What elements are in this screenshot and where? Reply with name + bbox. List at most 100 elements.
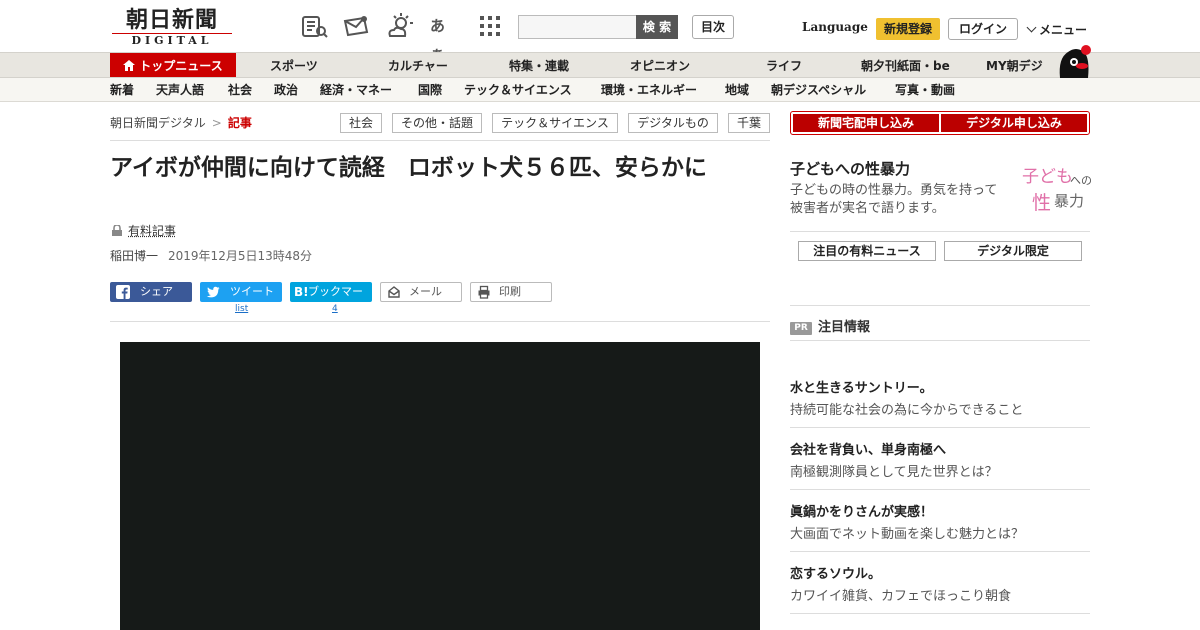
nav2-international[interactable]: 国際 (418, 78, 442, 102)
nav2-special[interactable]: 朝デジスペシャル (771, 78, 866, 102)
mail-share-label: メール (409, 283, 442, 301)
print-button[interactable]: 印刷 (470, 282, 552, 302)
mascot-icon[interactable] (1054, 44, 1092, 78)
menu-label: メニュー (1039, 23, 1087, 37)
nav-paper[interactable]: 朝夕刊紙面・be (861, 53, 950, 77)
breadcrumb-home[interactable]: 朝日新聞デジタル (110, 116, 206, 130)
pr-badge: PR (790, 322, 812, 335)
subscribe-paper-button[interactable]: 新聞宅配申し込み (793, 114, 939, 132)
nav-culture[interactable]: カルチャー (388, 53, 448, 77)
divider (790, 427, 1090, 428)
pr-item-desc: 南極観測隊員として見た世界とは？ (790, 464, 1090, 482)
tweet-count[interactable]: list (235, 304, 248, 314)
pr-item[interactable]: 水と生きるサントリー。 持続可能な社会の為に今からできること (790, 380, 1090, 420)
chevron-down-icon (1027, 23, 1037, 33)
facebook-icon (116, 285, 130, 299)
language-link[interactable]: Language (802, 20, 868, 34)
feature-logo-text-a: 子ども (1022, 162, 1073, 187)
nav2-environment[interactable]: 環境・エネルギー (601, 78, 697, 102)
search-input[interactable] (518, 15, 638, 39)
feature-logo-text-b: への (1070, 172, 1092, 188)
tag-misc[interactable]: その他・話題 (392, 113, 482, 133)
nav2-region[interactable]: 地域 (725, 78, 749, 102)
tag-digital[interactable]: デジタルもの (628, 113, 718, 133)
newspaper-icon[interactable] (300, 12, 328, 40)
feature-logo[interactable]: 子ども への 性 暴力 (1012, 160, 1092, 216)
pr-item[interactable]: 会社を背負い、単身南極へ 南極観測隊員として見た世界とは？ (790, 442, 1090, 482)
nav2-tenseijingo[interactable]: 天声人語 (156, 78, 204, 102)
nav-opinion[interactable]: オピニオン (630, 53, 690, 77)
tag-tech[interactable]: テック＆サイエンス (492, 113, 618, 133)
nav2-tech[interactable]: テック＆サイエンス (464, 78, 572, 102)
nav-features[interactable]: 特集・連載 (509, 53, 569, 77)
facebook-share-label: シェア (140, 282, 173, 302)
font-size-icon[interactable]: あぁ (430, 12, 458, 40)
tag-chiba[interactable]: 千葉 (728, 113, 770, 133)
article-title: アイボが仲間に向けて読経 ロボット犬５６匹、安らかに (110, 152, 760, 185)
search-button[interactable]: 検 索 (636, 15, 678, 39)
pr-heading-text: 注目情報 (818, 320, 870, 335)
nav-life[interactable]: ライフ (766, 53, 802, 77)
signup-button[interactable]: 新規登録 (876, 18, 940, 40)
divider (790, 489, 1090, 490)
primary-nav: トップニュース スポーツ カルチャー 特集・連載 オピニオン ライフ 朝夕刊紙面… (0, 52, 1200, 78)
nav2-economy[interactable]: 経済・マネー (320, 78, 392, 102)
twitter-tweet-button[interactable]: ツイート (200, 282, 282, 302)
secondary-nav: 新着 天声人語 社会 政治 経済・マネー 国際 テック＆サイエンス 環境・エネル… (0, 78, 1200, 102)
breadcrumb: 朝日新聞デジタル > 記事 (110, 114, 252, 131)
site-logo[interactable]: 朝日新聞 DIGITAL (112, 8, 232, 48)
divider (790, 340, 1090, 341)
pr-item-desc: 持続可能な社会の為に今からできること (790, 402, 1090, 420)
divider (790, 613, 1090, 614)
divider (110, 321, 770, 322)
nav2-latest[interactable]: 新着 (110, 78, 134, 102)
paid-news-button[interactable]: 注目の有料ニュース (798, 241, 936, 261)
nav-top-news[interactable]: トップニュース (110, 53, 236, 77)
nav2-society[interactable]: 社会 (228, 78, 252, 102)
pr-heading: PR 注目情報 (790, 316, 870, 336)
nav2-photo-video[interactable]: 写真・動画 (895, 78, 955, 102)
hatena-bookmark-button[interactable]: B! ブックマーク (290, 282, 372, 302)
apps-grid-icon[interactable] (476, 12, 504, 40)
nav-my-asadigi[interactable]: MY朝デジ (986, 53, 1043, 77)
article-photo[interactable] (120, 342, 760, 630)
tag-society[interactable]: 社会 (340, 113, 382, 133)
feature-description: 子どもの時の性暴力。勇気を持って被害者が実名で語ります。 (790, 182, 1005, 218)
digital-only-button[interactable]: デジタル限定 (944, 241, 1082, 261)
weather-icon[interactable] (386, 12, 414, 40)
twitter-bird-icon (206, 285, 220, 299)
print-label: 印刷 (499, 283, 521, 301)
twitter-tweet-label: ツイート (230, 282, 274, 302)
breadcrumb-separator: > (212, 116, 222, 130)
pr-item-desc: 大画面でネット動画を楽しむ魅力とは？ (790, 526, 1090, 544)
menu-button[interactable]: メニュー (1028, 21, 1087, 38)
subscribe-buttons: 新聞宅配申し込み デジタル申し込み (790, 111, 1090, 135)
pr-item-title: 眞鍋かをりさんが実感！ (790, 504, 1090, 522)
divider (790, 305, 1090, 306)
message-icon[interactable] (342, 12, 370, 40)
hatena-bookmark-icon: B! (294, 282, 309, 302)
pr-item[interactable]: 恋するソウル。 カワイイ雑貨、カフェでほっこり朝食 (790, 566, 1090, 606)
nav2-politics[interactable]: 政治 (274, 78, 298, 102)
facebook-share-button[interactable]: シェア (110, 282, 192, 302)
hatena-bookmark-label: ブックマーク (308, 282, 372, 322)
paid-article-text: 有料記事 (128, 224, 176, 238)
paid-article-label[interactable]: 有料記事 (112, 222, 176, 239)
feature-logo-text-d: 暴力 (1054, 190, 1084, 211)
home-icon (123, 60, 135, 71)
feature-title[interactable]: 子どもへの性暴力 (790, 158, 910, 179)
mail-icon (387, 285, 401, 299)
pr-item-title: 水と生きるサントリー。 (790, 380, 1090, 398)
nav-sports[interactable]: スポーツ (270, 53, 318, 77)
pr-item[interactable]: 眞鍋かをりさんが実感！ 大画面でネット動画を楽しむ魅力とは？ (790, 504, 1090, 544)
bookmark-count[interactable]: 4 (332, 304, 338, 314)
pr-item-title: 会社を背負い、単身南極へ (790, 442, 1090, 460)
divider (110, 140, 770, 141)
mail-share-button[interactable]: メール (380, 282, 462, 302)
login-button[interactable]: ログイン (948, 18, 1018, 40)
breadcrumb-current: 記事 (228, 116, 252, 130)
index-button[interactable]: 目次 (692, 15, 734, 39)
site-header: 朝日新聞 DIGITAL あぁ 検 索 目次 Language 新規登録 ログイ… (0, 0, 1200, 52)
subscribe-digital-button[interactable]: デジタル申し込み (941, 114, 1087, 132)
page: 朝日新聞 DIGITAL あぁ 検 索 目次 Language 新規登録 ログイ… (0, 0, 1200, 630)
